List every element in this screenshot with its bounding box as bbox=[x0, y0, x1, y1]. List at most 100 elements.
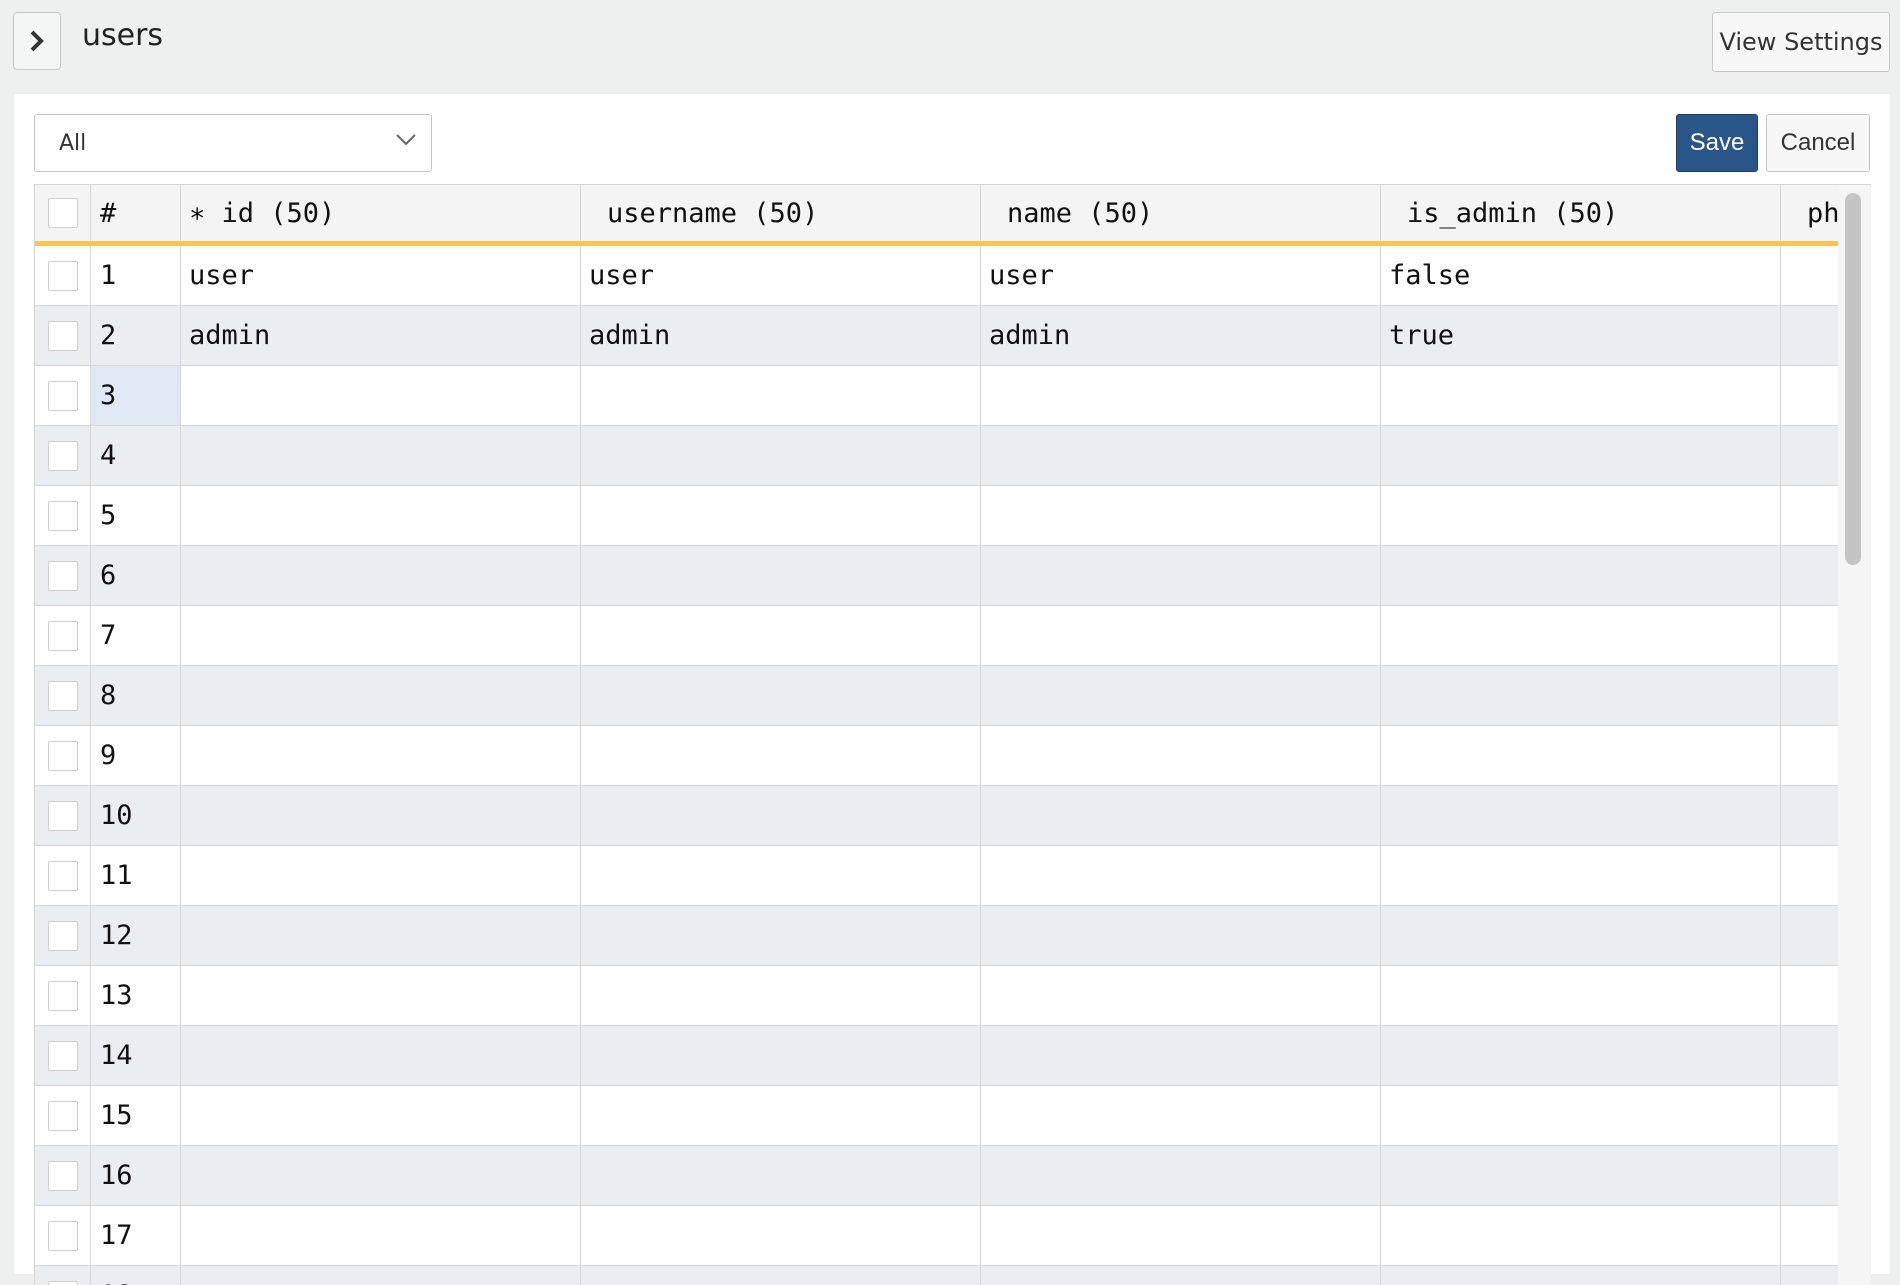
row-checkbox[interactable] bbox=[48, 1221, 78, 1251]
cell-id[interactable] bbox=[181, 1206, 581, 1265]
cell-ph[interactable] bbox=[1781, 426, 1838, 485]
table-row[interactable]: 12 bbox=[35, 906, 1838, 966]
row-number-cell[interactable]: 9 bbox=[91, 726, 181, 785]
row-select-cell[interactable] bbox=[35, 966, 91, 1025]
cell-id[interactable] bbox=[181, 546, 581, 605]
cell-id[interactable] bbox=[181, 786, 581, 845]
cell-name[interactable] bbox=[981, 366, 1381, 425]
row-checkbox[interactable] bbox=[48, 801, 78, 831]
cell-ph[interactable] bbox=[1781, 246, 1838, 305]
table-row[interactable]: 16 bbox=[35, 1146, 1838, 1206]
cell-username[interactable] bbox=[581, 486, 981, 545]
table-row[interactable]: 6 bbox=[35, 546, 1838, 606]
table-row[interactable]: 11 bbox=[35, 846, 1838, 906]
cell-is-admin[interactable] bbox=[1381, 1266, 1781, 1285]
row-select-cell[interactable] bbox=[35, 1266, 91, 1285]
row-number-cell[interactable]: 5 bbox=[91, 486, 181, 545]
cell-username[interactable] bbox=[581, 1266, 981, 1285]
column-header-id[interactable]: ∗ id (50) bbox=[181, 185, 581, 241]
cell-username[interactable] bbox=[581, 906, 981, 965]
row-checkbox[interactable] bbox=[48, 921, 78, 951]
cell-is-admin[interactable] bbox=[1381, 1086, 1781, 1145]
cell-is-admin[interactable] bbox=[1381, 966, 1781, 1025]
table-row[interactable]: 8 bbox=[35, 666, 1838, 726]
cell-id[interactable] bbox=[181, 1026, 581, 1085]
cell-id[interactable] bbox=[181, 426, 581, 485]
cell-is-admin[interactable] bbox=[1381, 906, 1781, 965]
cell-username[interactable] bbox=[581, 1086, 981, 1145]
cell-is-admin[interactable] bbox=[1381, 786, 1781, 845]
cell-name[interactable] bbox=[981, 1146, 1381, 1205]
sidebar-toggle-button[interactable] bbox=[13, 12, 61, 70]
row-checkbox[interactable] bbox=[48, 261, 78, 291]
cell-is-admin[interactable] bbox=[1381, 666, 1781, 725]
row-checkbox[interactable] bbox=[48, 381, 78, 411]
row-select-cell[interactable] bbox=[35, 786, 91, 845]
select-all-checkbox[interactable] bbox=[48, 198, 78, 228]
row-select-cell[interactable] bbox=[35, 486, 91, 545]
cell-ph[interactable] bbox=[1781, 1146, 1838, 1205]
row-select-cell[interactable] bbox=[35, 1146, 91, 1205]
cell-name[interactable] bbox=[981, 726, 1381, 785]
row-select-cell[interactable] bbox=[35, 1086, 91, 1145]
cell-username[interactable] bbox=[581, 1026, 981, 1085]
table-row[interactable]: 2adminadminadmintrue bbox=[35, 306, 1838, 366]
cell-id[interactable] bbox=[181, 966, 581, 1025]
column-header-username[interactable]: username (50) bbox=[581, 185, 981, 241]
cell-username[interactable] bbox=[581, 786, 981, 845]
cell-username[interactable]: admin bbox=[581, 306, 981, 365]
cell-username[interactable] bbox=[581, 966, 981, 1025]
table-row[interactable]: 10 bbox=[35, 786, 1838, 846]
row-number-cell[interactable]: 10 bbox=[91, 786, 181, 845]
cell-id[interactable] bbox=[181, 666, 581, 725]
row-checkbox[interactable] bbox=[48, 861, 78, 891]
cell-ph[interactable] bbox=[1781, 606, 1838, 665]
row-number-cell[interactable]: 3 bbox=[91, 366, 181, 425]
cell-is-admin[interactable] bbox=[1381, 1146, 1781, 1205]
save-button[interactable]: Save bbox=[1676, 114, 1758, 172]
row-checkbox[interactable] bbox=[48, 561, 78, 591]
row-checkbox[interactable] bbox=[48, 621, 78, 651]
cell-username[interactable] bbox=[581, 726, 981, 785]
row-select-cell[interactable] bbox=[35, 366, 91, 425]
vertical-scrollbar-thumb[interactable] bbox=[1845, 193, 1861, 565]
column-header-is-admin[interactable]: is_admin (50) bbox=[1381, 185, 1781, 241]
cell-is-admin[interactable] bbox=[1381, 486, 1781, 545]
cell-name[interactable] bbox=[981, 666, 1381, 725]
cell-ph[interactable] bbox=[1781, 1086, 1838, 1145]
row-checkbox[interactable] bbox=[48, 1281, 78, 1285]
row-number-cell[interactable]: 12 bbox=[91, 906, 181, 965]
cell-ph[interactable] bbox=[1781, 366, 1838, 425]
cell-name[interactable]: admin bbox=[981, 306, 1381, 365]
column-header-number[interactable]: # bbox=[91, 185, 181, 241]
row-number-cell[interactable]: 14 bbox=[91, 1026, 181, 1085]
cell-name[interactable] bbox=[981, 1266, 1381, 1285]
cell-is-admin[interactable] bbox=[1381, 1206, 1781, 1265]
cancel-button[interactable]: Cancel bbox=[1766, 114, 1870, 172]
row-select-cell[interactable] bbox=[35, 666, 91, 725]
row-checkbox[interactable] bbox=[48, 1161, 78, 1191]
row-checkbox[interactable] bbox=[48, 321, 78, 351]
row-select-cell[interactable] bbox=[35, 606, 91, 665]
cell-is-admin[interactable] bbox=[1381, 1026, 1781, 1085]
row-number-cell[interactable]: 16 bbox=[91, 1146, 181, 1205]
view-settings-button[interactable]: View Settings bbox=[1712, 12, 1890, 72]
row-select-cell[interactable] bbox=[35, 846, 91, 905]
row-number-cell[interactable]: 15 bbox=[91, 1086, 181, 1145]
cell-name[interactable] bbox=[981, 846, 1381, 905]
cell-id[interactable]: user bbox=[181, 246, 581, 305]
cell-name[interactable] bbox=[981, 486, 1381, 545]
cell-username[interactable]: user bbox=[581, 246, 981, 305]
cell-username[interactable] bbox=[581, 1206, 981, 1265]
row-checkbox[interactable] bbox=[48, 441, 78, 471]
cell-name[interactable] bbox=[981, 1026, 1381, 1085]
table-row[interactable]: 3 bbox=[35, 366, 1838, 426]
table-row[interactable]: 9 bbox=[35, 726, 1838, 786]
cell-username[interactable] bbox=[581, 666, 981, 725]
cell-is-admin[interactable] bbox=[1381, 366, 1781, 425]
cell-name[interactable] bbox=[981, 606, 1381, 665]
row-select-cell[interactable] bbox=[35, 726, 91, 785]
row-number-cell[interactable]: 17 bbox=[91, 1206, 181, 1265]
cell-is-admin[interactable] bbox=[1381, 426, 1781, 485]
cell-username[interactable] bbox=[581, 606, 981, 665]
